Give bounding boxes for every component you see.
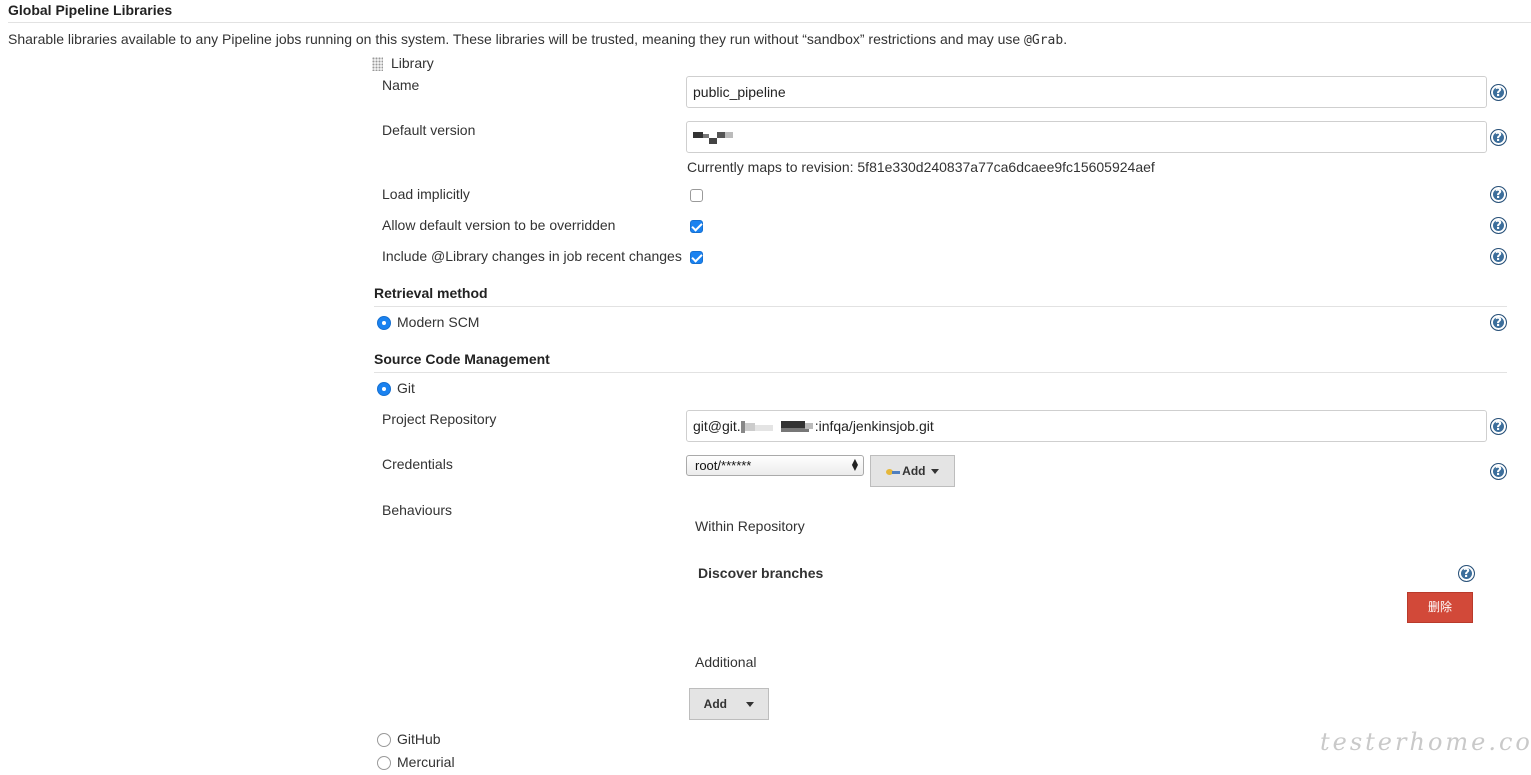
credentials-add-button[interactable]: Add: [870, 455, 955, 487]
retrieval-method-heading: Retrieval method: [374, 285, 488, 301]
revision-text: Currently maps to revision: 5f81e330d240…: [687, 159, 1155, 175]
section-divider: [8, 22, 1531, 23]
default-version-label: Default version: [382, 122, 476, 138]
modern-scm-radio[interactable]: [377, 316, 391, 330]
repository-prefix: git@git.: [693, 418, 741, 434]
default-version-input[interactable]: [686, 121, 1487, 153]
scm-heading: Source Code Management: [374, 351, 550, 367]
redacted-host: [740, 421, 815, 434]
discover-branches-label: Discover branches: [698, 565, 824, 581]
delete-behaviour-button[interactable]: 删除: [1407, 592, 1473, 623]
credentials-selected-value: root/******: [695, 458, 752, 473]
drag-handle-icon[interactable]: [372, 57, 383, 71]
chevron-down-icon: [930, 469, 939, 475]
help-icon[interactable]: ?: [1490, 186, 1507, 203]
library-name-input[interactable]: [686, 76, 1487, 108]
help-icon[interactable]: ?: [1490, 84, 1507, 101]
load-implicitly-label: Load implicitly: [382, 186, 470, 202]
repository-suffix: :infqa/jenkinsjob.git: [814, 418, 934, 434]
mercurial-label: Mercurial: [397, 754, 455, 770]
load-implicitly-checkbox[interactable]: [690, 189, 703, 202]
additional-label: Additional: [695, 654, 757, 670]
name-label: Name: [382, 77, 420, 93]
library-heading: Library: [391, 55, 434, 71]
chevron-down-icon: [746, 702, 755, 708]
mercurial-radio[interactable]: [377, 756, 391, 770]
git-label: Git: [397, 380, 415, 396]
key-icon: [886, 468, 901, 476]
watermark-logo: testerhome.com: [1320, 728, 1531, 756]
help-icon[interactable]: ?: [1458, 565, 1475, 582]
additional-add-label: Add: [703, 697, 727, 711]
project-repository-input[interactable]: git@git. :infqa/jenkinsjob.git: [686, 410, 1487, 442]
help-icon[interactable]: ?: [1490, 463, 1507, 480]
github-radio[interactable]: [377, 733, 391, 747]
modern-scm-label: Modern SCM: [397, 314, 480, 330]
allow-override-checkbox[interactable]: [690, 220, 703, 233]
git-radio[interactable]: [377, 382, 391, 396]
description-text: Sharable libraries available to any Pipe…: [8, 31, 1025, 47]
help-icon[interactable]: ?: [1490, 314, 1507, 331]
redacted-version-value: [693, 132, 737, 144]
help-icon[interactable]: ?: [1490, 418, 1507, 435]
help-icon[interactable]: ?: [1490, 129, 1507, 146]
github-label: GitHub: [397, 731, 441, 747]
scm-divider: [374, 372, 1507, 373]
section-description: Sharable libraries available to any Pipe…: [8, 31, 1067, 48]
retrieval-divider: [374, 306, 1507, 307]
description-suffix: .: [1063, 31, 1068, 47]
credentials-label: Credentials: [382, 456, 453, 472]
credentials-select[interactable]: root/****** ▲ ▼: [686, 455, 864, 476]
allow-override-label: Allow default version to be overridden: [382, 217, 616, 233]
help-icon[interactable]: ?: [1490, 248, 1507, 265]
help-icon[interactable]: ?: [1490, 217, 1507, 234]
additional-add-button[interactable]: Add: [689, 688, 769, 720]
include-changes-label: Include @Library changes in job recent c…: [382, 248, 682, 264]
description-code: @Grab: [1024, 33, 1064, 48]
credentials-add-label: Add: [902, 464, 926, 478]
select-arrows-icon: ▲ ▼: [851, 457, 858, 472]
behaviours-label: Behaviours: [382, 502, 453, 518]
within-repository-label: Within Repository: [695, 518, 805, 534]
include-changes-checkbox[interactable]: [690, 251, 703, 264]
project-repository-label: Project Repository: [382, 411, 497, 427]
section-title-global-pipeline-libraries: Global Pipeline Libraries: [8, 2, 173, 18]
